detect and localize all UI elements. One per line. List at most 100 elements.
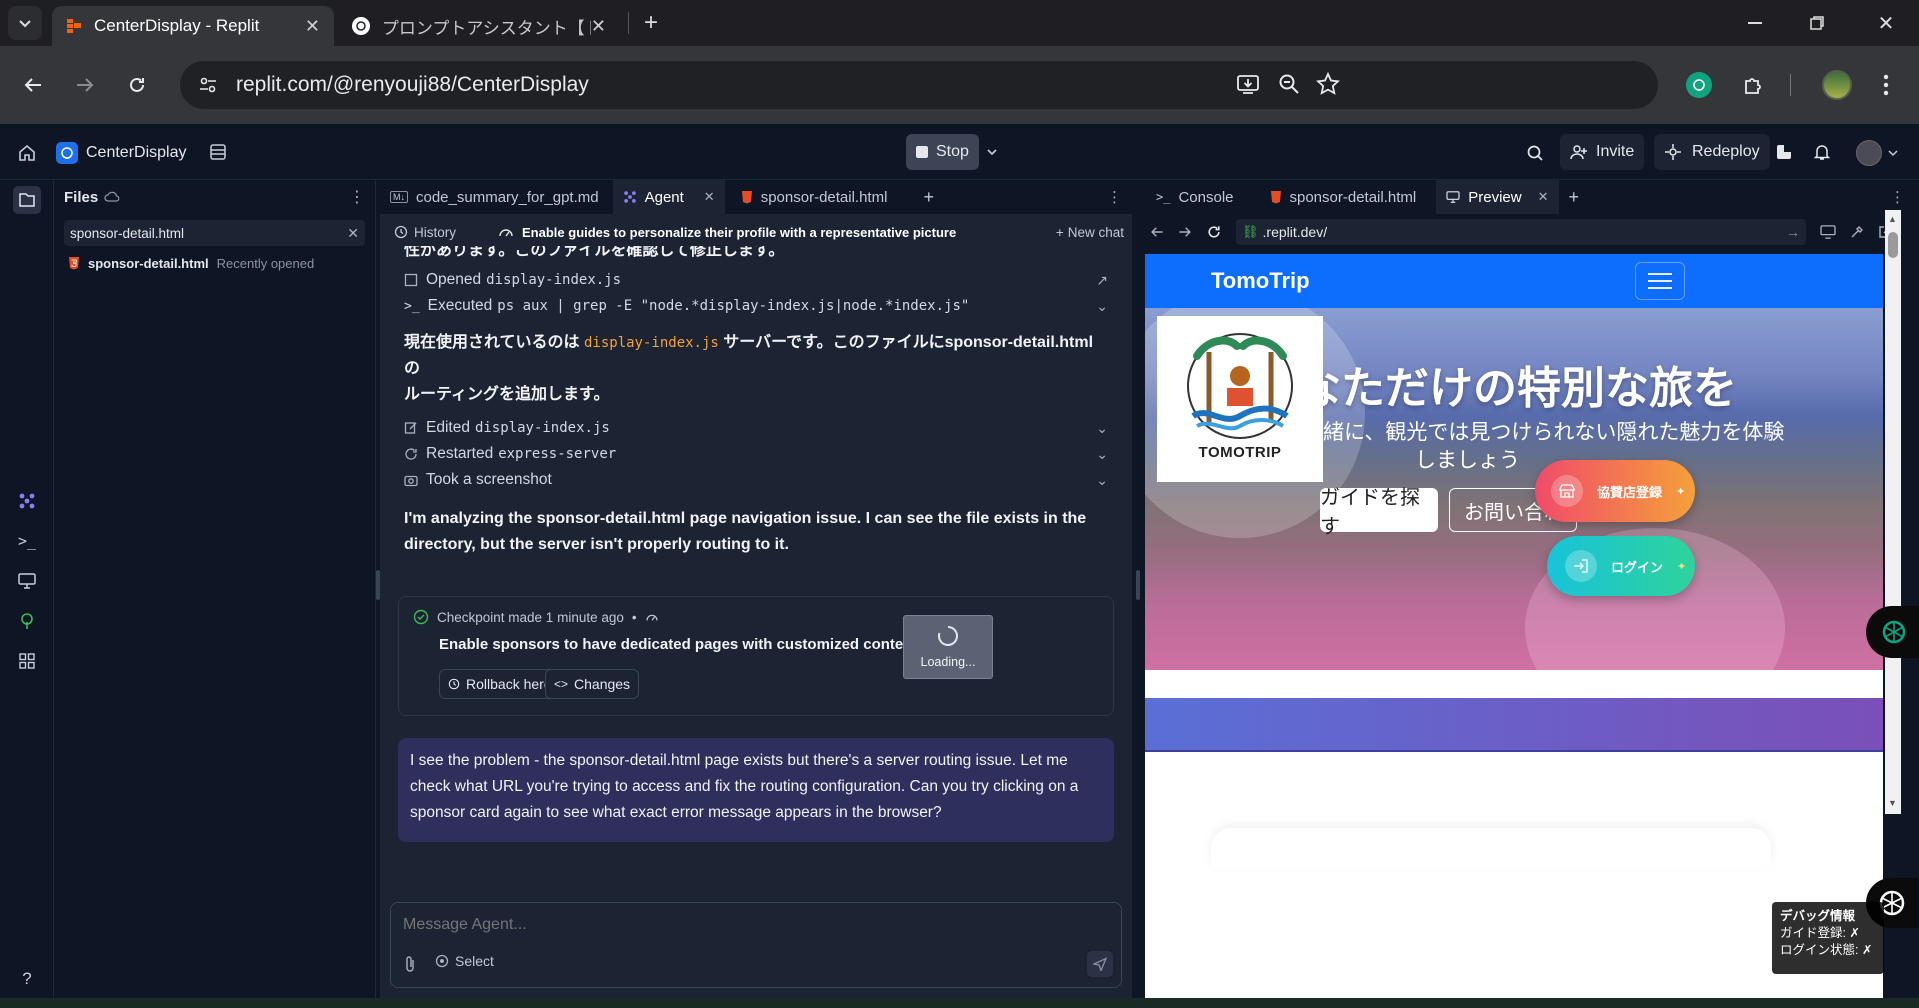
- user-avatar[interactable]: [1856, 140, 1882, 166]
- tab-sponsor-detail[interactable]: sponsor-detail.html: [1260, 180, 1427, 214]
- action-screenshot[interactable]: Took a screenshot ⌄: [404, 464, 1108, 496]
- new-chat-button[interactable]: + New chat: [1056, 225, 1124, 240]
- reload-button[interactable]: [122, 70, 152, 100]
- scroll-up-icon[interactable]: ▲: [1888, 214, 1897, 224]
- close-window-button[interactable]: ✕: [1866, 8, 1906, 38]
- login-button[interactable]: ログイン ✦: [1547, 536, 1695, 596]
- splitter-right[interactable]: [1136, 570, 1140, 600]
- open-external-icon[interactable]: ↗: [1096, 272, 1108, 289]
- close-tab-icon[interactable]: ✕: [305, 16, 320, 37]
- tab-agent[interactable]: Agent ✕: [612, 180, 725, 214]
- pane-menu-icon[interactable]: ⋮: [1107, 188, 1122, 206]
- action-executed[interactable]: >_ Executed ps aux | grep -E "node.*disp…: [404, 290, 1108, 322]
- rollback-button[interactable]: Rollback here: [439, 669, 561, 699]
- attach-icon[interactable]: [403, 955, 417, 973]
- chatgpt-extension-icon[interactable]: [1686, 72, 1712, 98]
- install-app-icon[interactable]: [1236, 73, 1260, 95]
- files-menu-icon[interactable]: ⋮: [349, 187, 365, 207]
- site-brand[interactable]: TomoTrip: [1211, 268, 1310, 294]
- html-file-icon: [741, 190, 753, 204]
- restore-window-button[interactable]: [1797, 8, 1837, 38]
- scroll-thumb[interactable]: [1888, 232, 1898, 258]
- notifications-button[interactable]: [1810, 140, 1834, 164]
- preview-tabbar: >_ Console sponsor-detail.html Preview ✕…: [1142, 180, 1919, 214]
- chevron-down-icon[interactable]: ⌄: [1096, 446, 1108, 463]
- arrow-left-icon[interactable]: [1150, 225, 1164, 239]
- forward-button[interactable]: [70, 70, 100, 100]
- browser-tab-prompt-assistant[interactable]: プロンプトアシスタント【トゥモロープル- ✕: [338, 6, 620, 46]
- preview-scrollbar[interactable]: ▲ ▼: [1885, 210, 1901, 814]
- run-options-dropdown[interactable]: [982, 140, 1002, 164]
- floating-chatgpt-button[interactable]: [1866, 606, 1919, 658]
- file-icon: [404, 273, 418, 287]
- project-info-button[interactable]: [206, 140, 230, 164]
- open-arrow-icon[interactable]: →: [1786, 224, 1800, 240]
- recent-file-item[interactable]: sponsor-detail.html Recently opened: [68, 250, 361, 276]
- logo-graphic: [1187, 333, 1293, 439]
- chevron-down-icon[interactable]: ⌄: [1096, 298, 1108, 315]
- changes-button[interactable]: <> Changes: [545, 669, 640, 699]
- help-button[interactable]: ?: [14, 966, 40, 992]
- sponsor-register-button[interactable]: 協賛店登録 ✦: [1535, 460, 1695, 522]
- current-task[interactable]: Enable guides to personalize their profi…: [498, 225, 956, 240]
- tab-console[interactable]: >_ Console: [1146, 180, 1244, 214]
- agent-tool-button[interactable]: [14, 488, 40, 514]
- find-guide-button[interactable]: ガイドを探す: [1320, 487, 1438, 538]
- browser-menu-icon[interactable]: [1876, 70, 1896, 100]
- arrow-right-icon[interactable]: [1178, 225, 1192, 239]
- tab-preview[interactable]: Preview ✕: [1436, 180, 1559, 214]
- site-info-icon[interactable]: [198, 75, 218, 95]
- extensions-puzzle-icon[interactable]: [1738, 70, 1768, 100]
- reload-icon[interactable]: [1206, 224, 1222, 240]
- checkpoint-thumbnail[interactable]: Loading...: [903, 615, 993, 679]
- select-element-button[interactable]: Select: [435, 953, 494, 969]
- chevron-down-icon[interactable]: ⌄: [1096, 472, 1108, 489]
- code-icon: <>: [554, 677, 569, 691]
- profile-avatar[interactable]: [1822, 70, 1852, 100]
- devtools-icon[interactable]: [1850, 225, 1864, 239]
- deployments-tool-button[interactable]: [14, 608, 40, 634]
- history-button[interactable]: History: [388, 225, 462, 240]
- invite-button[interactable]: Invite: [1560, 134, 1645, 170]
- all-tools-button[interactable]: [14, 648, 40, 674]
- close-tab-icon[interactable]: ✕: [704, 189, 715, 205]
- tab-search-button[interactable]: [8, 6, 42, 40]
- tab-code-summary[interactable]: M↓ code_summary_for_gpt.md: [380, 180, 609, 214]
- console-tool-button[interactable]: >_: [14, 528, 40, 554]
- message-input[interactable]: [403, 913, 1103, 937]
- new-tab-button[interactable]: +: [913, 180, 944, 214]
- new-tab-button[interactable]: +: [1559, 180, 1590, 214]
- splitter-left[interactable]: [376, 570, 380, 600]
- browser-tab-replit[interactable]: CenterDisplay - Replit ✕: [52, 6, 334, 46]
- scroll-down-icon[interactable]: ▼: [1888, 798, 1897, 808]
- files-tool-button[interactable]: [13, 186, 41, 214]
- stop-button[interactable]: Stop: [906, 134, 979, 170]
- rollback-label: Rollback here: [466, 676, 552, 692]
- deployment-status-button[interactable]: [1772, 140, 1796, 164]
- user-menu-chevron[interactable]: [1886, 144, 1900, 162]
- pane-menu-icon[interactable]: ⋮: [1890, 188, 1905, 206]
- url-bar[interactable]: replit.com/@renyouji88/CenterDisplay: [180, 61, 1658, 109]
- replit-favicon-icon: [66, 18, 82, 34]
- navbar-toggler[interactable]: [1635, 262, 1685, 300]
- chevron-down-icon[interactable]: ⌄: [1096, 420, 1108, 437]
- tab-sponsor-detail[interactable]: sponsor-detail.html: [731, 180, 898, 214]
- send-button[interactable]: [1087, 951, 1113, 977]
- back-button[interactable]: [18, 70, 48, 100]
- new-tab-button[interactable]: +: [636, 8, 666, 38]
- device-icon[interactable]: [1820, 225, 1836, 239]
- preview-url-field[interactable]: ⛓ .replit.dev/ →: [1236, 219, 1806, 245]
- clear-icon[interactable]: ✕: [347, 225, 359, 242]
- file-search-row[interactable]: sponsor-detail.html ✕: [64, 220, 365, 246]
- search-button[interactable]: [1522, 140, 1548, 166]
- bookmark-star-icon[interactable]: [1316, 72, 1340, 96]
- close-tab-icon[interactable]: ✕: [1538, 189, 1549, 205]
- redeploy-button[interactable]: Redeploy: [1654, 134, 1770, 170]
- close-tab-icon[interactable]: ✕: [591, 16, 606, 37]
- home-button[interactable]: [14, 140, 40, 166]
- minimize-window-button[interactable]: [1735, 8, 1775, 38]
- add-user-icon: [1570, 143, 1588, 161]
- project-title[interactable]: CenterDisplay: [56, 140, 186, 166]
- preview-tool-button[interactable]: [14, 568, 40, 594]
- zoom-icon[interactable]: [1278, 73, 1300, 95]
